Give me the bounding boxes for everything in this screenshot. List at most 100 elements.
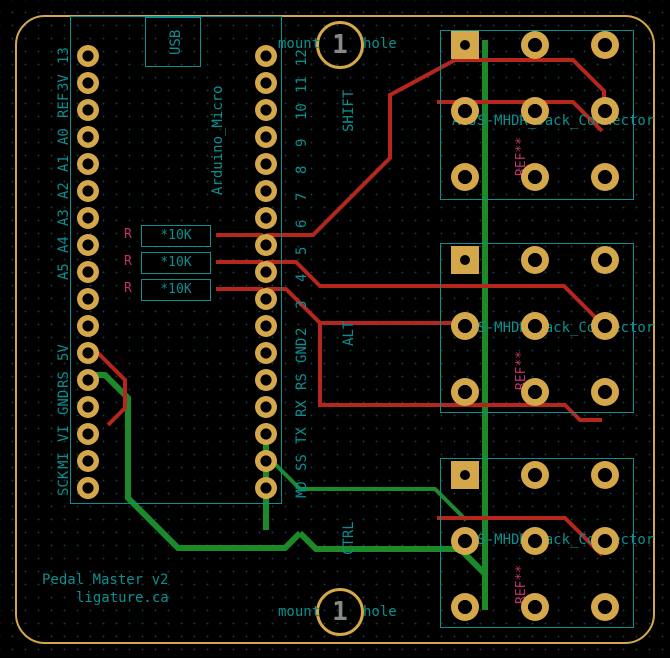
pad [591, 97, 619, 125]
pin-label: 4 [294, 274, 310, 282]
pad [451, 246, 479, 274]
resistor-3: *10K [141, 279, 211, 301]
pad [77, 180, 99, 202]
pin-label: 13 [56, 47, 72, 64]
pad [521, 593, 549, 621]
pin-label: GND [56, 390, 72, 415]
resistor-2: *10K [141, 252, 211, 274]
pin-label: 6 [294, 220, 310, 228]
pad [77, 261, 99, 283]
pad [521, 97, 549, 125]
pad [255, 207, 277, 229]
pad [255, 153, 277, 175]
resistor-1: *10K [141, 225, 211, 247]
pin-label: A3 [56, 209, 72, 226]
pin-label: 9 [294, 139, 310, 147]
mount-label-bot-r: hole [363, 604, 397, 620]
pad [451, 527, 479, 555]
pin-label: A1 [56, 155, 72, 172]
resistor-ref-1: R [124, 227, 132, 242]
pad [451, 378, 479, 406]
pin-label: GND [294, 338, 310, 363]
pin-label: 8 [294, 166, 310, 174]
pad [77, 315, 99, 337]
jack-2-label: ACJS-MHDR_Jack_Connector [452, 320, 654, 336]
pin-label: 3V [56, 74, 72, 91]
board-author: ligature.ca [76, 590, 169, 606]
resistor-ref-2: R [124, 254, 132, 269]
pad [255, 72, 277, 94]
pin-label: RS [56, 371, 72, 388]
pad [521, 461, 549, 489]
pad [451, 312, 479, 340]
pad [255, 99, 277, 121]
pad [521, 163, 549, 191]
pin-label: MD [294, 481, 310, 498]
pin-label: RX [294, 400, 310, 417]
pad [591, 527, 619, 555]
pad [255, 234, 277, 256]
pin-label: 7 [294, 193, 310, 201]
pin-label: A2 [56, 182, 72, 199]
pad [451, 461, 479, 489]
pad [451, 163, 479, 191]
pad [255, 45, 277, 67]
pin-label: 10 [294, 103, 310, 120]
pcb-view: USB Arduino_Micro *10K *10K *10K R R R A… [0, 0, 670, 658]
pin-label: A5 [56, 263, 72, 280]
board-title: Pedal Master v2 [42, 572, 168, 588]
pad [255, 396, 277, 418]
arduino-label: Arduino_Micro [210, 85, 226, 195]
pad [77, 126, 99, 148]
pad [77, 396, 99, 418]
pad [255, 288, 277, 310]
pin-label: SCK [56, 471, 72, 496]
mount-hole-bottom: 1 [316, 588, 364, 636]
jack-1-label: ACJS-MHDR_Jack_Connector [452, 113, 654, 129]
pad [255, 315, 277, 337]
pad [77, 423, 99, 445]
pin-label: 11 [294, 76, 310, 93]
pad [77, 450, 99, 472]
pad [591, 31, 619, 59]
pad [255, 369, 277, 391]
pad [451, 97, 479, 125]
pad [451, 31, 479, 59]
pad [255, 450, 277, 472]
mount-label-bot-l: mount [278, 604, 320, 620]
pin-label: RS [294, 373, 310, 390]
pin-label: A4 [56, 236, 72, 253]
pin-label: VI [56, 425, 72, 442]
pin-label: 5V [56, 344, 72, 361]
pad [521, 378, 549, 406]
pad [255, 180, 277, 202]
pad [77, 234, 99, 256]
pad [77, 72, 99, 94]
pad [77, 477, 99, 499]
pin-label: SS [294, 454, 310, 471]
pad [451, 593, 479, 621]
pad [255, 423, 277, 445]
jack-3-label: ACJS-MHDR_Jack_Connector [452, 532, 654, 548]
pad [77, 207, 99, 229]
pin-label: TX [294, 427, 310, 444]
pin-label: REF [56, 93, 72, 118]
jack-3-func: CTRL [341, 521, 357, 555]
pad [255, 477, 277, 499]
pad [521, 246, 549, 274]
pin-label: 3 [294, 301, 310, 309]
pad [77, 153, 99, 175]
pin-label: 12 [294, 49, 310, 66]
pad [591, 378, 619, 406]
resistor-ref-3: R [124, 281, 132, 296]
pin-label: 2 [294, 328, 310, 336]
pad [591, 593, 619, 621]
pad [77, 288, 99, 310]
mount-hole-top: 1 [316, 21, 364, 69]
pin-label: MI [56, 452, 72, 469]
pad [521, 527, 549, 555]
pad [77, 45, 99, 67]
pad [77, 342, 99, 364]
pad [591, 163, 619, 191]
pad [591, 246, 619, 274]
